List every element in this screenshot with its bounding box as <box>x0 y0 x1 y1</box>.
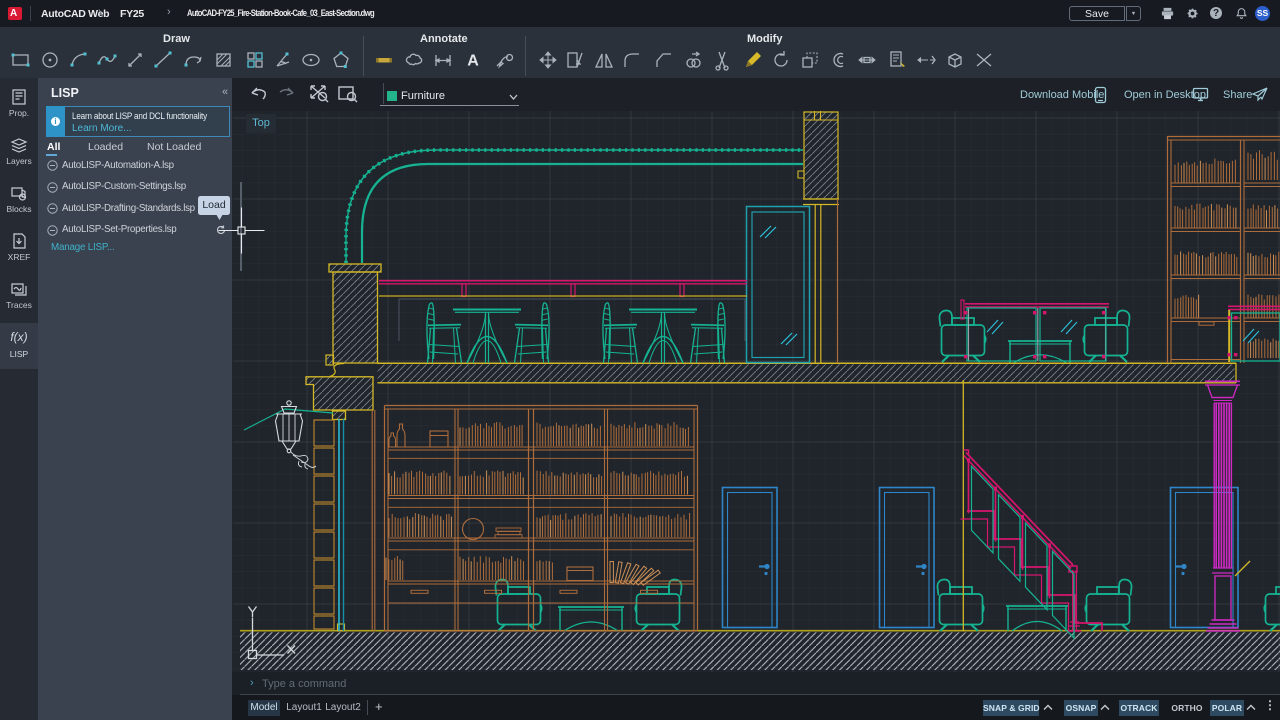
svg-text:A: A <box>467 53 479 70</box>
